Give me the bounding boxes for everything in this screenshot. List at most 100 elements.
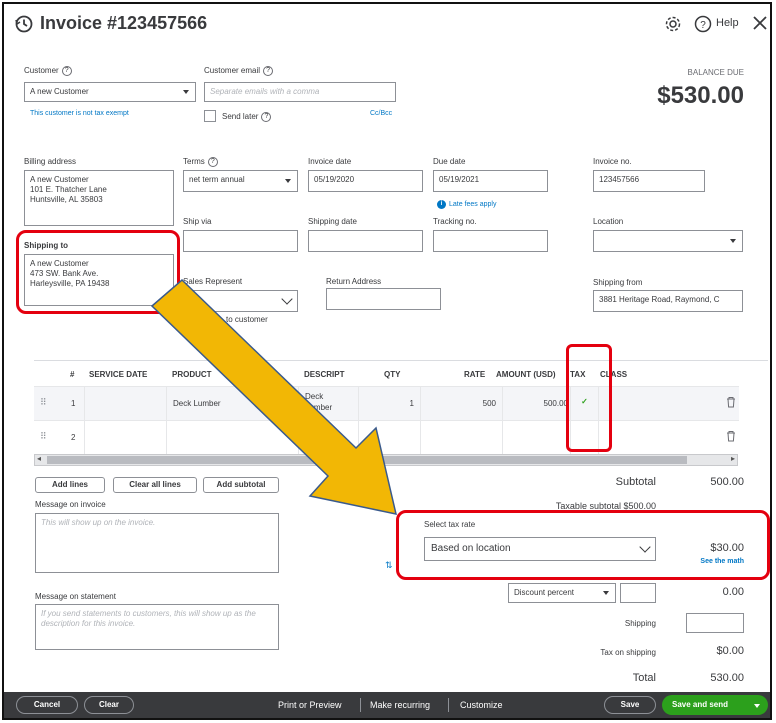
message-invoice-field[interactable]: This will show up on the invoice.: [35, 513, 279, 573]
add-subtotal-button[interactable]: Add subtotal: [203, 477, 279, 493]
qty-cell[interactable]: 1: [358, 387, 420, 420]
tracking-no-field[interactable]: [433, 230, 548, 252]
title-bar: Invoice #123457566 ? Help: [4, 4, 770, 44]
return-address-field[interactable]: [326, 288, 441, 310]
scrollbar-thumb[interactable]: [47, 456, 687, 464]
location-select[interactable]: [593, 230, 743, 252]
cancel-button[interactable]: Cancel: [16, 696, 78, 714]
service-date-cell[interactable]: [84, 387, 166, 420]
invoice-no-field[interactable]: 123457566: [593, 170, 705, 192]
customer-select[interactable]: A new Customer: [24, 82, 196, 102]
ship-via-label: Ship via: [183, 217, 212, 226]
service-date-cell[interactable]: [84, 421, 166, 454]
table-row[interactable]: ⠿ 1 Deck Lumber Deck Lumber 1 500 500.00…: [34, 386, 739, 420]
message-statement-label: Message on statement: [35, 592, 116, 601]
shipping-date-field[interactable]: [308, 230, 423, 252]
rate-cell[interactable]: [420, 421, 502, 454]
customize-link[interactable]: Customize: [460, 700, 503, 710]
billing-line: Huntsville, AL 35803: [30, 195, 103, 204]
rate-cell[interactable]: 500: [420, 387, 502, 420]
cc-bcc-link[interactable]: Cc/Bcc: [370, 110, 392, 117]
svg-text:?: ?: [700, 20, 706, 31]
page-title: Invoice #123457566: [40, 13, 208, 33]
customer-label: Customer?: [24, 66, 72, 76]
divider: [448, 698, 449, 712]
send-later-checkbox[interactable]: [204, 110, 216, 122]
product-cell[interactable]: [166, 421, 298, 454]
row-num: 2: [71, 433, 76, 442]
message-invoice-label: Message on invoice: [35, 500, 106, 509]
class-cell[interactable]: [598, 421, 703, 454]
due-date-label: Due date: [433, 157, 466, 166]
return-address-label: Return Address: [326, 277, 382, 286]
tax-on-shipping-value: $0.00: [716, 645, 744, 657]
highlight-tax-rate: [396, 510, 770, 580]
qty-cell[interactable]: [358, 421, 420, 454]
save-and-send-button[interactable]: Save and send: [662, 695, 768, 715]
help-icon[interactable]: ?: [694, 15, 712, 33]
billing-address-label: Billing address: [24, 157, 77, 166]
sales-rep-select[interactable]: [183, 290, 298, 312]
sort-icon[interactable]: ⇅: [385, 560, 393, 571]
billing-address-field[interactable]: A new Customer 101 E. Thatcher Lane Hunt…: [24, 170, 174, 226]
clear-all-lines-button[interactable]: Clear all lines: [113, 477, 197, 493]
col-rate: RATE: [464, 370, 486, 379]
due-date-field[interactable]: 05/19/2021: [433, 170, 548, 192]
billing-line: A new Customer: [30, 175, 89, 184]
horizontal-scrollbar[interactable]: ◂ ▸: [34, 454, 738, 466]
invoice-date-field[interactable]: 05/19/2020: [308, 170, 423, 192]
col-amount: AMOUNT (USD): [496, 370, 556, 379]
shipping-amount-field[interactable]: [686, 613, 744, 633]
sales-rep-hint: to customer: [226, 315, 268, 324]
info-icon: i: [437, 200, 446, 209]
discount-value-field[interactable]: [620, 583, 656, 603]
amount-cell[interactable]: 500.00: [502, 387, 570, 420]
trash-icon[interactable]: [726, 430, 736, 442]
add-lines-button[interactable]: Add lines: [35, 477, 105, 493]
tax-exempt-note[interactable]: This customer is not tax exempt: [30, 110, 129, 117]
description-cell[interactable]: [298, 421, 358, 454]
product-cell[interactable]: Deck Lumber: [166, 387, 298, 420]
highlight-tax-column: [566, 344, 612, 452]
description-cell[interactable]: Deck Lumber: [298, 387, 358, 420]
clear-button[interactable]: Clear: [84, 696, 134, 714]
class-cell[interactable]: [598, 387, 703, 420]
total-value: 530.00: [710, 672, 744, 684]
make-recurring-link[interactable]: Make recurring: [370, 700, 430, 710]
billing-line: 101 E. Thatcher Lane: [30, 185, 107, 194]
amount-cell[interactable]: [502, 421, 570, 454]
terms-label: Terms?: [183, 157, 218, 167]
help-label[interactable]: Help: [716, 17, 739, 29]
location-label: Location: [593, 217, 624, 226]
print-preview-link[interactable]: Print or Preview: [278, 700, 342, 710]
line-items-header: # SERVICE DATE PRODUCT DESCRIPT QTY RATE…: [34, 360, 768, 386]
gear-icon[interactable]: [664, 15, 682, 33]
shipping-from-label: Shipping from: [593, 278, 643, 287]
ship-via-field[interactable]: [183, 230, 298, 252]
save-button[interactable]: Save: [604, 696, 656, 714]
total-label: Total: [632, 672, 656, 684]
chevron-down-icon[interactable]: [754, 704, 760, 708]
shipping-label: Shipping: [624, 619, 656, 628]
shipping-from-field[interactable]: 3881 Heritage Road, Raymond, C: [593, 290, 743, 312]
col-product: PRODUCT: [172, 370, 212, 379]
sales-rep-label: Sales Represent: [183, 277, 243, 286]
drag-handle-icon[interactable]: ⠿: [40, 397, 47, 408]
discount-type-select[interactable]: Discount percent: [508, 583, 616, 603]
subtotal-value: 500.00: [710, 476, 744, 488]
subtotal-label: Subtotal: [615, 476, 656, 488]
table-row[interactable]: ⠿ 2: [34, 420, 739, 454]
highlight-shipping-to: [16, 230, 180, 314]
scroll-right-icon[interactable]: ▸: [731, 454, 735, 463]
tax-on-shipping-label: Tax on shipping: [600, 648, 656, 657]
recent-transactions-icon[interactable]: [14, 14, 34, 34]
close-icon[interactable]: [752, 15, 768, 31]
message-statement-field[interactable]: If you send statements to customers, thi…: [35, 604, 279, 650]
trash-icon[interactable]: [726, 396, 736, 408]
col-qty: QTY: [384, 370, 401, 379]
terms-select[interactable]: net term annual: [183, 170, 298, 192]
scroll-left-icon[interactable]: ◂: [37, 454, 41, 463]
customer-email-field[interactable]: Separate emails with a comma: [204, 82, 396, 102]
drag-handle-icon[interactable]: ⠿: [40, 431, 47, 442]
late-fees-link[interactable]: Late fees apply: [449, 201, 496, 208]
